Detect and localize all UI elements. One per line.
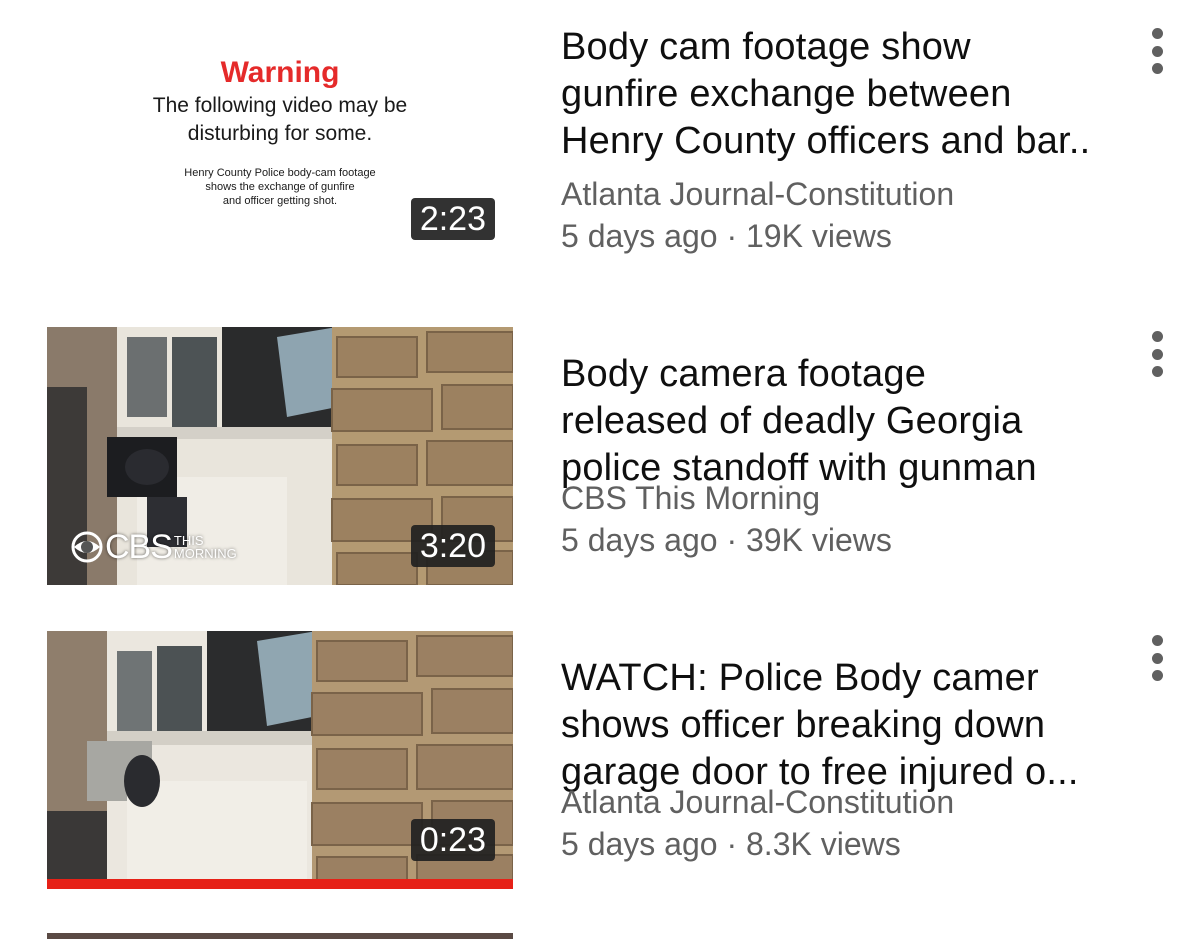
watched-progress-bar [47, 879, 513, 889]
video-title-line: released of deadly Georgia [561, 400, 1023, 442]
video-item[interactable]: Warning The following video may be distu… [0, 0, 1200, 290]
video-meta: 5 days ago · 8.3K views [561, 826, 901, 862]
video-list: Warning The following video may be distu… [0, 0, 1200, 939]
channel-name[interactable]: Atlanta Journal-Constitution [561, 782, 1121, 822]
next-video-thumbnail-edge[interactable] [47, 933, 513, 939]
duration-badge: 2:23 [410, 198, 495, 240]
more-vert-icon[interactable] [1150, 331, 1164, 377]
cbs-this-morning-logo: CBS THIS MORNING [71, 528, 237, 566]
video-thumbnail[interactable]: 0:23 [47, 631, 513, 889]
video-title-line: Body cam footage show [561, 26, 971, 68]
video-title-line: gunfire exchange between [561, 73, 1012, 115]
video-title-line: shows officer breaking down [561, 704, 1046, 746]
duration-badge: 3:20 [410, 525, 495, 567]
video-title-line: Henry County officers and bar.. [561, 120, 1091, 162]
channel-name[interactable]: Atlanta Journal-Constitution [561, 174, 1121, 214]
video-item[interactable]: 0:23 WATCH: Police Body camer shows offi… [0, 631, 1200, 921]
video-title-line: WATCH: Police Body camer [561, 657, 1039, 699]
video-meta: 5 days ago · 19K views [561, 218, 892, 254]
more-vert-icon[interactable] [1150, 635, 1164, 681]
warning-title: Warning [220, 56, 340, 89]
logo-text: CBS [105, 528, 173, 566]
more-vert-icon[interactable] [1150, 28, 1164, 74]
duration-badge: 0:23 [410, 819, 495, 861]
video-meta: 5 days ago · 39K views [561, 522, 892, 558]
warning-small-1: Henry County Police body-cam footage [184, 167, 376, 179]
channel-name[interactable]: CBS This Morning [561, 478, 1121, 518]
video-thumbnail[interactable]: Warning The following video may be distu… [47, 0, 513, 258]
video-title[interactable]: Body cam footage show gunfire exchange b… [561, 24, 1131, 165]
cbs-eye-icon [71, 531, 103, 563]
video-title[interactable]: Body camera footage released of deadly G… [561, 351, 1131, 492]
warning-small-2: shows the exchange of gunfire [205, 181, 355, 193]
video-thumbnail[interactable]: CBS THIS MORNING 3:20 [47, 327, 513, 585]
video-title[interactable]: WATCH: Police Body camer shows officer b… [561, 655, 1131, 796]
logo-subtext: THIS MORNING [173, 533, 237, 561]
video-item[interactable]: CBS THIS MORNING 3:20 Body camera footag… [0, 327, 1200, 617]
warning-line-1: The following video may be [152, 94, 408, 117]
warning-line-2: disturbing for some. [187, 122, 373, 145]
video-title-line: Body camera footage [561, 353, 927, 395]
